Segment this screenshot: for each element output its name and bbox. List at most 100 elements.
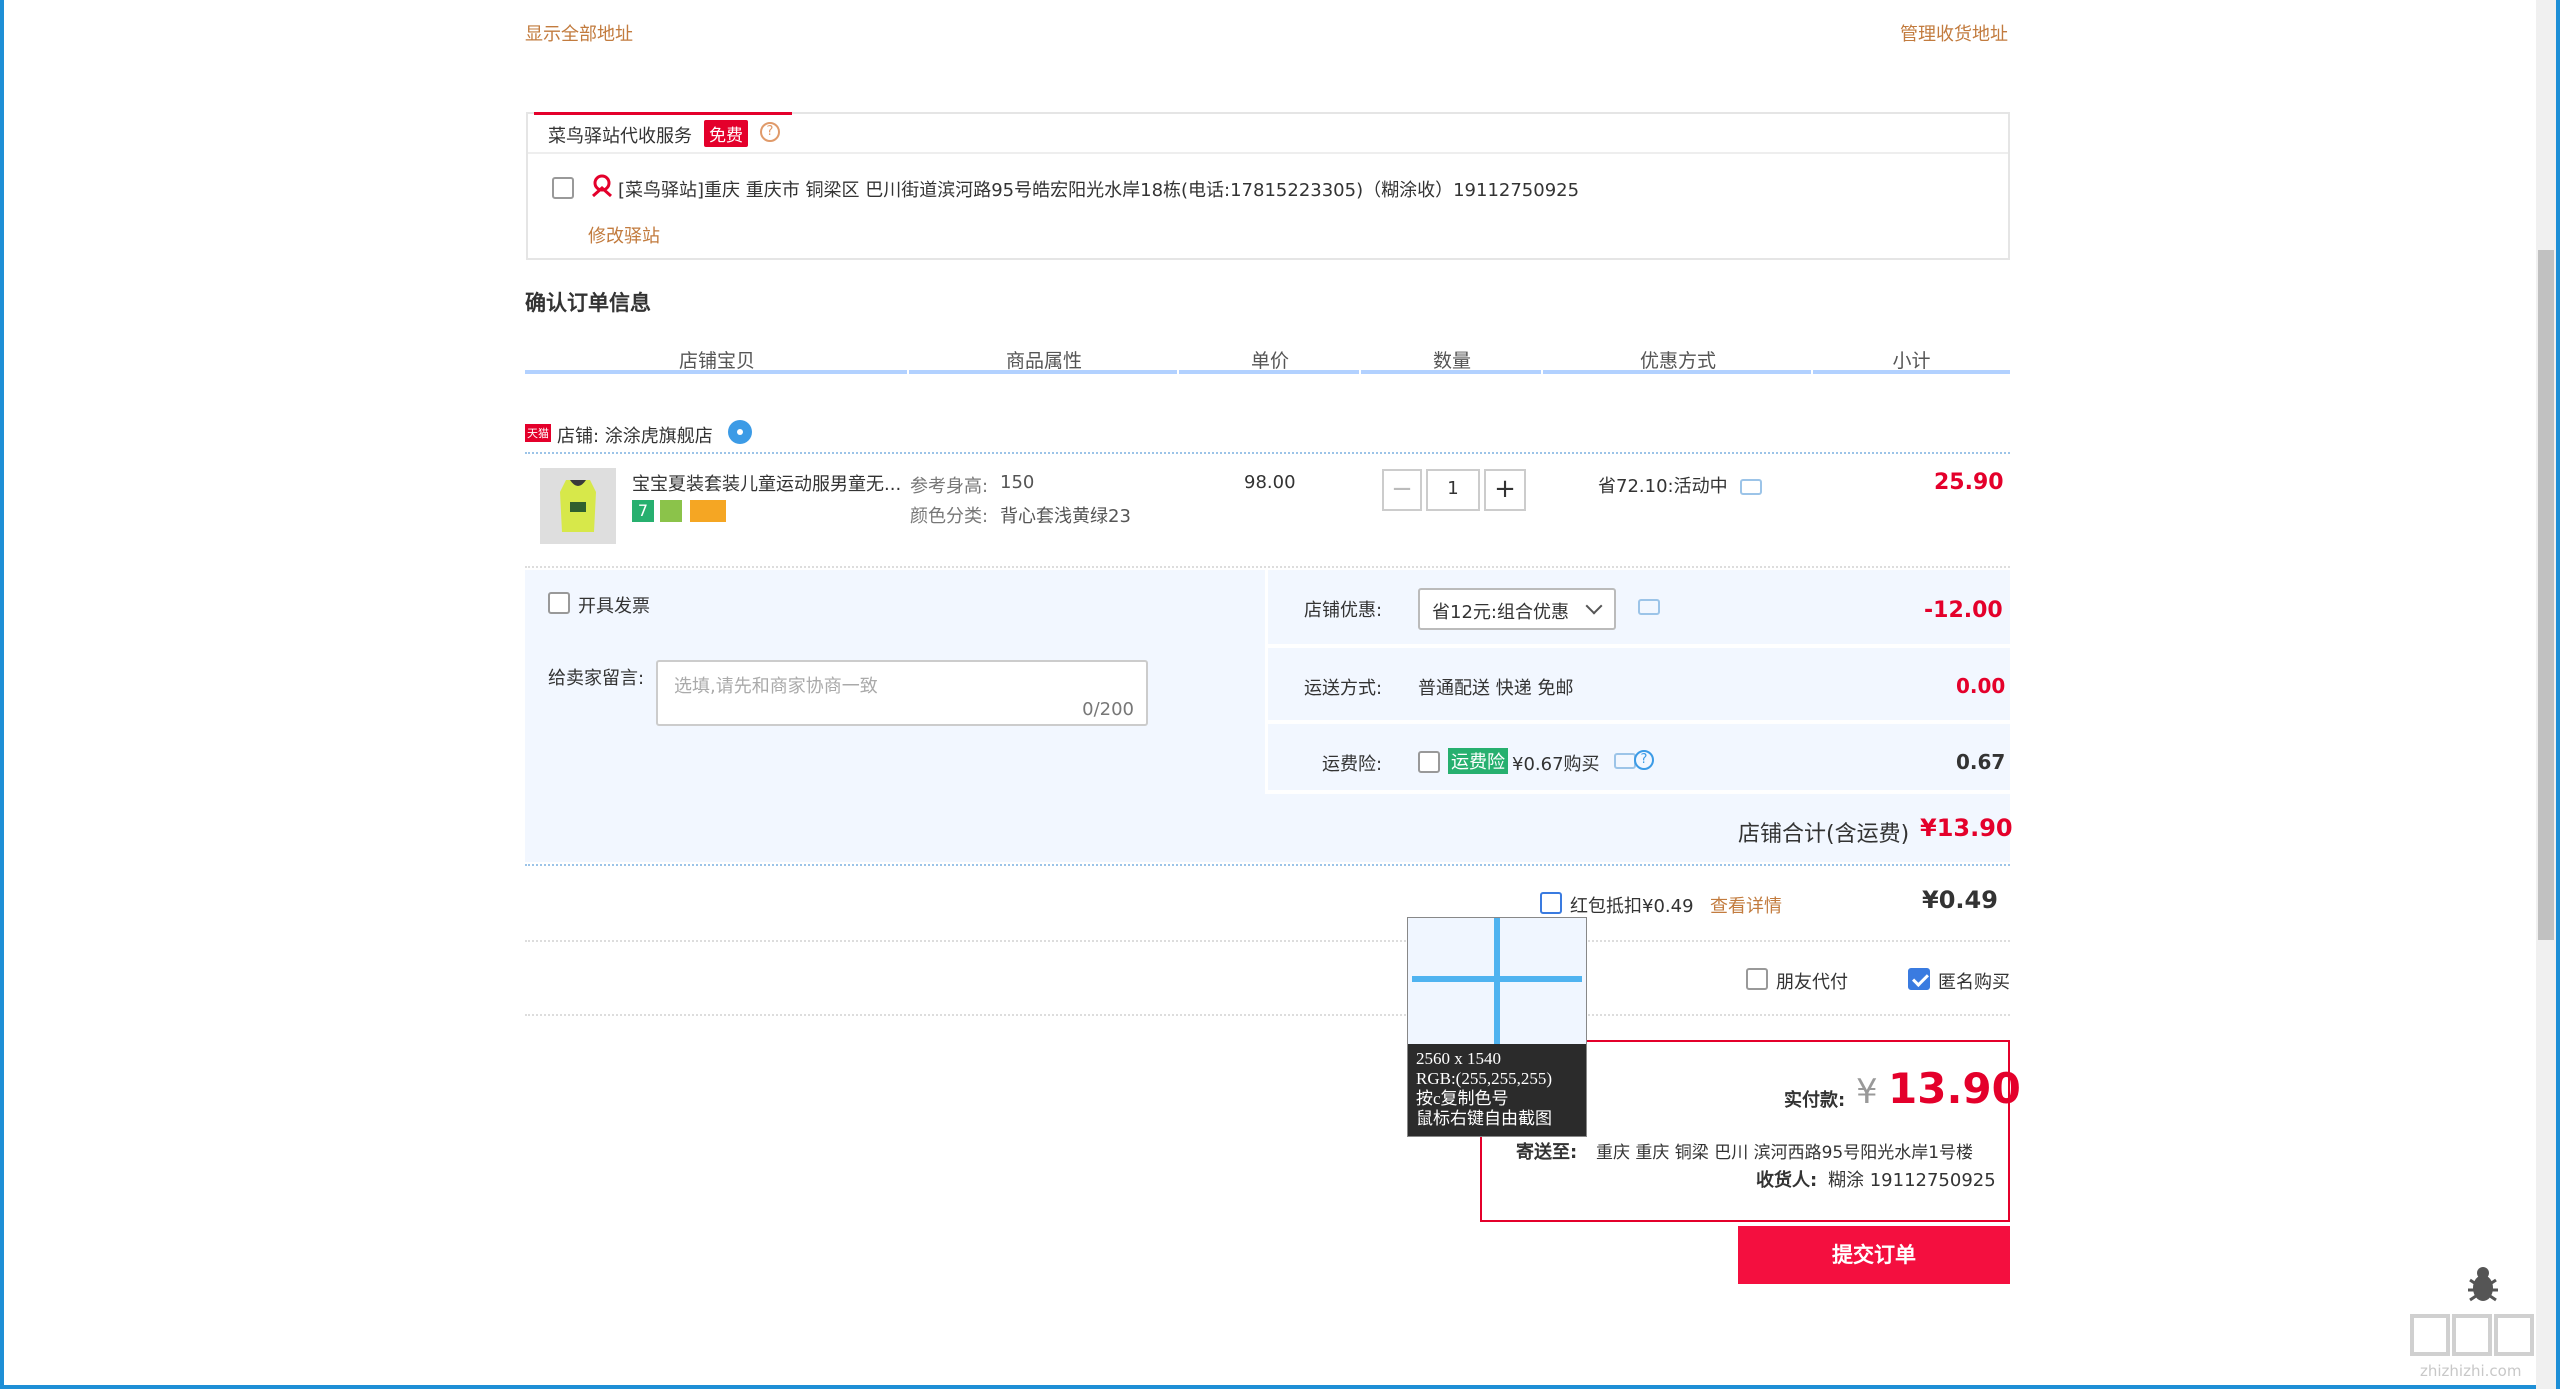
tmall-badge: 天猫 — [525, 424, 551, 442]
quantity-increase-button[interactable]: + — [1484, 469, 1526, 511]
divider — [525, 1014, 2010, 1016]
currency-symbol: ¥ — [1856, 1072, 1878, 1112]
watermark-text: zhizhizhi.com — [2420, 1362, 2522, 1380]
discount-info-icon[interactable] — [1638, 599, 1660, 615]
shop-total-value: ¥13.90 — [1920, 814, 2013, 842]
cainiao-station-icon — [590, 174, 614, 198]
receiver-value: 糊涂 19112750925 — [1828, 1170, 1996, 1191]
magnifier-preview — [1408, 918, 1586, 1044]
cainiao-service-box: 菜鸟驿站代收服务 免费 ? [菜鸟驿站]重庆 重庆市 铜梁区 巴川街道滨河路95… — [526, 112, 2010, 260]
insurance-price-text: ¥0.67购买 — [1512, 754, 1600, 775]
product-title-link[interactable]: 宝宝夏装套装儿童运动服男童无... — [632, 470, 901, 496]
unit-price: 98.00 — [1244, 472, 1296, 493]
red-packet-checkbox[interactable] — [1540, 892, 1562, 914]
chat-bubble-icon[interactable] — [728, 420, 752, 444]
red-packet-details-link[interactable]: 查看详情 — [1710, 892, 1782, 918]
help-icon[interactable]: ? — [1634, 750, 1654, 770]
paid-amount: 13.90 — [1888, 1064, 2021, 1113]
column-header-subtotal: 小计 — [1892, 350, 1931, 372]
friend-pay-checkbox[interactable] — [1746, 968, 1768, 990]
insurance-amount: 0.67 — [1956, 750, 2006, 774]
seller-message-label: 给卖家留言: — [548, 668, 645, 689]
submit-order-button[interactable]: 提交订单 — [1738, 1226, 2010, 1284]
attr-height-label: 参考身高: — [910, 476, 989, 497]
divider — [528, 152, 2008, 154]
shop-name[interactable]: 店铺: 涂涂虎旗舰店 — [557, 422, 713, 448]
cainiao-tab-title[interactable]: 菜鸟驿站代收服务 — [548, 122, 692, 148]
discount-info-icon[interactable] — [1740, 479, 1762, 495]
cainiao-station-text: [菜鸟驿站]重庆 重庆市 铜梁区 巴川街道滨河路95号皓宏阳光水岸18栋(电话:… — [618, 180, 1580, 201]
shop-discount-label: 店铺优惠: — [1304, 600, 1383, 621]
color-info-panel: 2560 x 1540 RGB:(255,255,255) 按c复制色号 鼠标右… — [1408, 1044, 1586, 1136]
column-header-attributes: 商品属性 — [1005, 350, 1082, 372]
shop-discount-select[interactable]: 省12元:组合优惠 — [1418, 588, 1616, 630]
insurance-checkbox[interactable] — [1418, 751, 1440, 773]
crosshair-vertical — [1494, 918, 1500, 1044]
divider — [525, 452, 2010, 454]
product-thumbnail[interactable] — [540, 468, 616, 544]
invoice-checkbox[interactable] — [548, 592, 570, 614]
help-icon[interactable]: ? — [760, 122, 780, 142]
anonymous-checkbox[interactable] — [1908, 968, 1930, 990]
shop-discount-selected: 省12元:组合优惠 — [1432, 602, 1569, 623]
item-subtotal: 25.90 — [1934, 470, 2004, 495]
header-underline — [1813, 370, 2010, 374]
insurance-info-icon[interactable] — [1614, 753, 1636, 769]
column-header-unit-price: 单价 — [1250, 350, 1289, 372]
ship-to-address: 重庆 重庆 铜梁 巴川 滨河西路95号阳光水岸1号楼 — [1596, 1143, 1974, 1163]
quantity-input[interactable]: 1 — [1426, 469, 1480, 511]
rgb-text: RGB:(255,255,255) — [1416, 1069, 1552, 1088]
divider — [525, 566, 2010, 568]
divider — [525, 864, 2010, 866]
column-header-shop-item: 店铺宝贝 — [678, 350, 755, 372]
credit-card-icon — [690, 500, 726, 522]
message-char-count: 0/200 — [1082, 699, 1134, 720]
attr-color-label: 颜色分类: — [910, 506, 989, 527]
shop-discount-amount: -12.00 — [1924, 598, 2003, 623]
shipping-value: 普通配送 快递 免邮 — [1418, 678, 1574, 699]
insurance-label: 运费险: — [1322, 754, 1383, 775]
column-header-quantity: 数量 — [1432, 350, 1471, 372]
header-underline — [1361, 370, 1541, 374]
item-discount-text: 省72.10:活动中 — [1598, 476, 1728, 497]
attr-color-value: 背心套浅黄绿23 — [1000, 506, 1131, 527]
manage-addresses-link[interactable]: 管理收货地址 — [1900, 20, 2008, 46]
site-logo-watermark — [2408, 1312, 2540, 1360]
column-header-discount: 优惠方式 — [1639, 350, 1716, 372]
edit-station-link[interactable]: 修改驿站 — [588, 222, 660, 248]
shipping-label: 运送方式: — [1304, 678, 1383, 699]
free-badge: 免费 — [704, 120, 748, 147]
red-packet-label[interactable]: 红包抵扣¥0.49 — [1570, 892, 1694, 918]
screen-size-text: 2560 x 1540 — [1416, 1049, 1501, 1068]
chevron-down-icon — [1585, 597, 1603, 615]
vertical-scrollbar-thumb[interactable] — [2538, 250, 2554, 940]
tab-underline — [534, 112, 792, 115]
insurance-badge: 运费险 — [1448, 748, 1508, 774]
friend-pay-label[interactable]: 朋友代付 — [1776, 968, 1848, 994]
seller-message-input[interactable]: 选填,请先和商家协商一致 0/200 — [656, 660, 1148, 726]
window-border — [2556, 0, 2560, 1389]
cainiao-station-checkbox[interactable] — [552, 177, 574, 199]
red-packet-amount: ¥0.49 — [1922, 886, 1998, 914]
invoice-label[interactable]: 开具发票 — [578, 592, 650, 618]
seven-day-return-icon: 7 — [632, 500, 654, 522]
message-placeholder: 选填,请先和商家协商一致 — [674, 676, 878, 697]
header-underline — [1179, 370, 1359, 374]
shipping-amount: 0.00 — [1956, 674, 2006, 698]
ship-to-label: 寄送至: — [1516, 1142, 1578, 1163]
show-all-addresses-link[interactable]: 显示全部地址 — [525, 20, 633, 46]
header-underline — [909, 370, 1177, 374]
screenshot-hint-text: 鼠标右键自由截图 — [1416, 1109, 1552, 1128]
shop-total-label: 店铺合计(含运费) — [1738, 822, 1910, 847]
quantity-decrease-button[interactable]: − — [1382, 469, 1422, 511]
divider — [525, 940, 2010, 942]
receiver-label: 收货人: — [1756, 1170, 1818, 1191]
bug-report-icon[interactable] — [2466, 1264, 2500, 1304]
anonymous-label[interactable]: 匿名购买 — [1938, 968, 2010, 994]
order-section-title: 确认订单信息 — [525, 291, 651, 315]
attr-height-value: 150 — [1000, 472, 1035, 493]
header-underline — [525, 370, 907, 374]
color-picker-tooltip: 2560 x 1540 RGB:(255,255,255) 按c复制色号 鼠标右… — [1407, 917, 1587, 1137]
copy-hint-text: 按c复制色号 — [1416, 1089, 1509, 1108]
service-icon — [660, 500, 682, 522]
